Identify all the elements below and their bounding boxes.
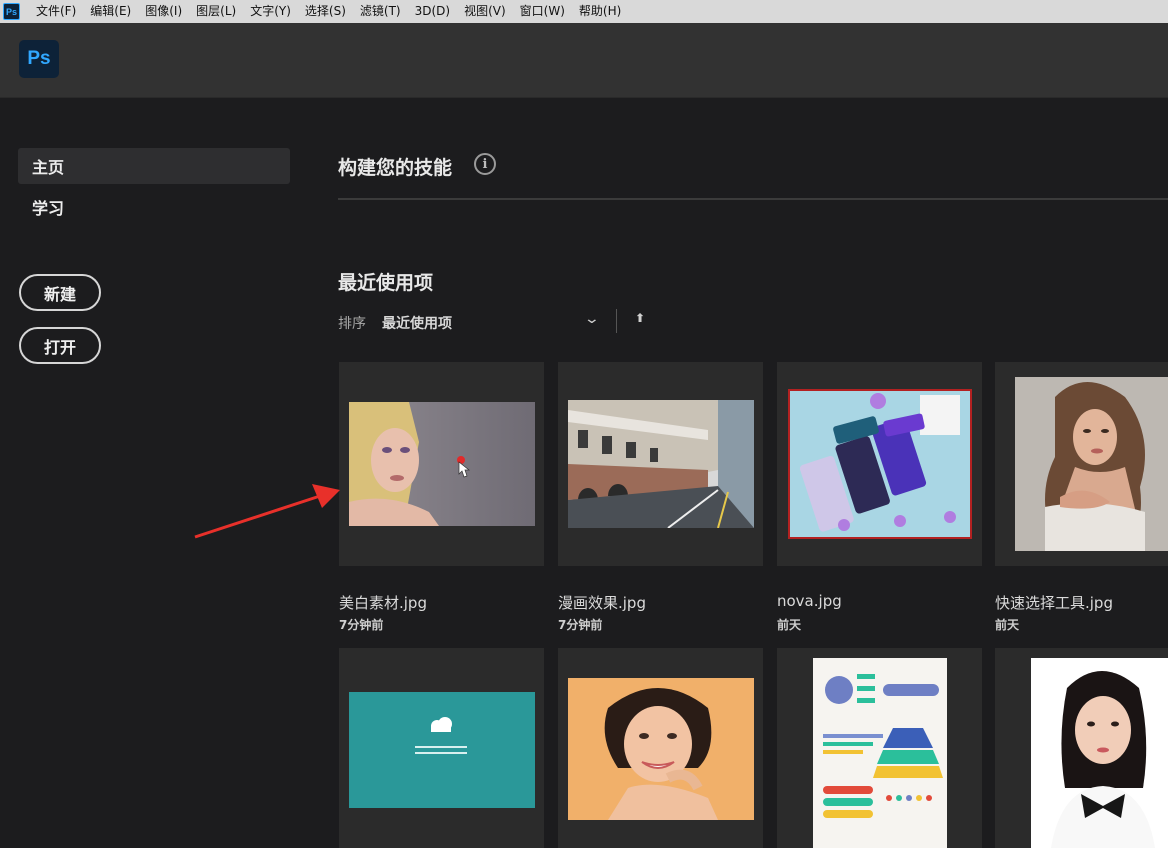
file-thumbnail [1031,658,1168,848]
menu-layer[interactable]: 图层(L) [190,0,244,23]
recent-file-card[interactable] [339,648,544,848]
menu-view[interactable]: 视图(V) [458,0,514,23]
file-thumbnail [567,678,754,820]
file-thumbnail [1015,377,1168,551]
section-divider [338,198,1168,200]
recent-file-card[interactable] [995,362,1168,566]
file-thumbnail [812,658,947,848]
file-name[interactable]: nova.jpg [777,592,842,610]
sort-separator [616,309,617,333]
recent-file-card[interactable] [995,648,1168,848]
sort-label: 排序 [338,316,366,332]
file-time: 前天 [777,618,802,632]
section-title-build-skills: 构建您的技能 [338,157,453,179]
main-content: 构建您的技能 i 最近使用项 排序 最近使用项 ⌄ ⬆ 美白素材.jpg 7分钟… [338,98,1168,848]
open-button[interactable]: 打开 [19,327,101,364]
file-thumbnail [348,402,535,526]
info-icon[interactable]: i [474,153,496,175]
sidebar-item-learn[interactable]: 学习 [18,189,290,225]
new-button[interactable]: 新建 [19,274,101,311]
recent-file-card[interactable] [339,362,544,566]
menu-help[interactable]: 帮助(H) [573,0,629,23]
file-name[interactable]: 美白素材.jpg [339,592,427,613]
app-header: Ps [0,23,1168,98]
menu-3d[interactable]: 3D(D) [409,0,458,23]
sidebar-item-home[interactable]: 主页 [18,148,290,184]
file-time: 7分钟前 [558,618,603,632]
recent-file-card[interactable] [777,362,982,566]
menu-window[interactable]: 窗口(W) [514,0,573,23]
menu-filter[interactable]: 滤镜(T) [354,0,409,23]
menu-image[interactable]: 图像(I) [139,0,190,23]
photoshop-logo: Ps [19,40,59,78]
menu-edit[interactable]: 编辑(E) [84,0,139,23]
file-name[interactable]: 快速选择工具.jpg [995,592,1113,613]
photoshop-app-icon[interactable]: Ps [3,3,20,20]
recent-file-card[interactable] [558,362,763,566]
file-thumbnail [787,389,972,539]
sort-dropdown[interactable]: 最近使用项 [382,313,452,333]
recent-file-card[interactable] [558,648,763,848]
chevron-down-icon[interactable]: ⌄ [584,311,600,327]
file-time: 前天 [995,618,1020,632]
file-time: 7分钟前 [339,618,384,632]
section-title-recent: 最近使用项 [338,272,434,294]
file-thumbnail [567,400,754,528]
sort-direction-icon[interactable]: ⬆ [635,311,645,325]
file-thumbnail [348,692,535,808]
annotation-arrow-icon [194,484,340,539]
menu-type[interactable]: 文字(Y) [244,0,299,23]
menu-file[interactable]: 文件(F) [30,0,84,23]
file-name[interactable]: 漫画效果.jpg [558,592,646,613]
menu-bar: Ps 文件(F) 编辑(E) 图像(I) 图层(L) 文字(Y) 选择(S) 滤… [0,0,1168,23]
menu-select[interactable]: 选择(S) [299,0,354,23]
photoshop-home-window: Ps 文件(F) 编辑(E) 图像(I) 图层(L) 文字(Y) 选择(S) 滤… [0,0,1168,848]
recent-file-card[interactable] [777,648,982,848]
sidebar: 主页 学习 新建 打开 [0,98,310,848]
